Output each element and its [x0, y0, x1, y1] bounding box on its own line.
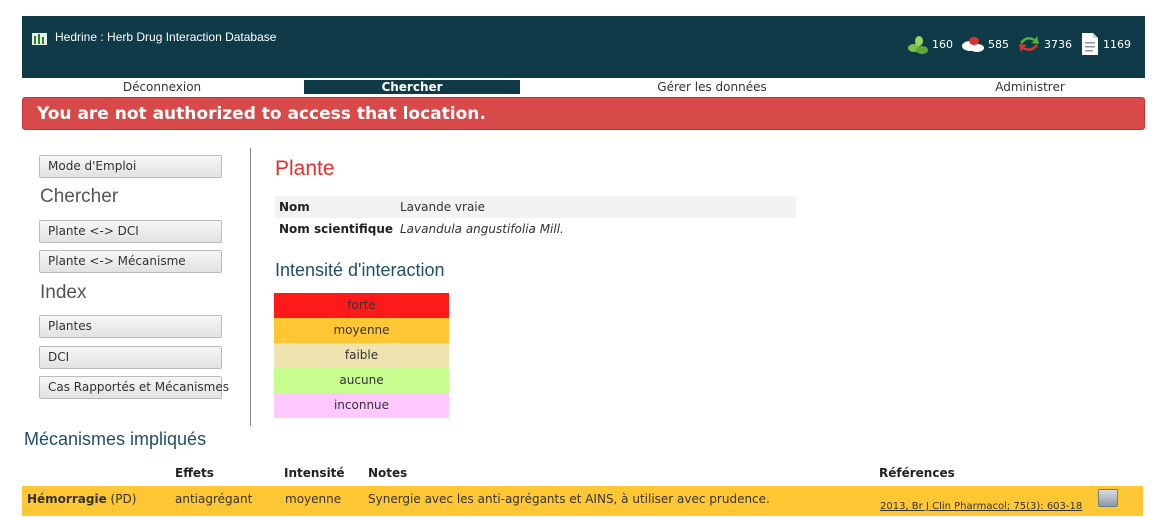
- sidebar-divider: [250, 148, 251, 426]
- cas-rapportes-button[interactable]: Cas Rapportés et Mécanismes: [39, 376, 229, 399]
- main-nav: Déconnexion Chercher Gérer les données A…: [22, 80, 1145, 94]
- nav-gerer-donnees[interactable]: Gérer les données: [562, 80, 862, 94]
- mode-emploi-button[interactable]: Mode d'Emploi: [39, 155, 222, 178]
- legend-faible: faible: [274, 343, 449, 368]
- interaction-arrows-icon: [1019, 36, 1039, 52]
- reference-preview-icon[interactable]: [1098, 489, 1118, 507]
- stat-plants: 160: [907, 32, 953, 56]
- plante-heading: Plante: [275, 157, 335, 180]
- intensity-heading: Intensité d'interaction: [275, 260, 445, 280]
- legend-moyenne: moyenne: [274, 318, 449, 343]
- plant-info-table: Nom Lavande vraie Nom scientifique Lavan…: [275, 196, 796, 240]
- plante-mecanisme-button[interactable]: Plante <-> Mécanisme: [39, 250, 222, 273]
- plante-dci-button[interactable]: Plante <-> DCI: [39, 220, 222, 243]
- table-row: Hémorragie (PD) antiagrégant moyenne Syn…: [22, 486, 1143, 516]
- chercher-heading: Chercher: [40, 186, 119, 207]
- info-row-scientific: Nom scientifique Lavandula angustifolia …: [275, 218, 796, 240]
- intensite-cell: moyenne: [285, 492, 342, 506]
- nom-value: Lavande vraie: [400, 200, 486, 214]
- effet-cell: antiagrégant: [175, 492, 253, 506]
- error-alert: You are not authorized to access that lo…: [22, 97, 1145, 130]
- stat-references: 1169: [1080, 32, 1131, 56]
- pills-icon: [962, 37, 984, 52]
- col-intensite: Intensité: [284, 466, 345, 480]
- intensity-legend: forte moyenne faible aucune inconnue: [274, 293, 449, 418]
- stats-bar: 160 585 3736 1169: [899, 32, 1131, 56]
- legend-forte: forte: [274, 293, 449, 318]
- stat-drugs-value: 585: [988, 37, 1009, 51]
- mechanisms-heading: Mécanismes impliqués: [24, 429, 207, 449]
- leaves-icon: [908, 36, 928, 54]
- plantes-button[interactable]: Plantes: [39, 315, 222, 338]
- stat-interactions: 3736: [1017, 32, 1072, 56]
- nav-deconnexion[interactable]: Déconnexion: [22, 80, 302, 94]
- app-title: Hedrine : Herb Drug Interaction Database: [55, 30, 277, 44]
- stat-plants-value: 160: [932, 37, 953, 51]
- mechanism-type: (PD): [110, 492, 137, 506]
- app-header: Hedrine : Herb Drug Interaction Database…: [22, 16, 1145, 78]
- document-icon: [1082, 33, 1098, 55]
- dci-button[interactable]: DCI: [39, 346, 222, 369]
- stat-drugs: 585: [961, 33, 1009, 55]
- nav-chercher[interactable]: Chercher: [304, 80, 520, 94]
- legend-aucune: aucune: [274, 368, 449, 393]
- col-references: Références: [879, 466, 955, 480]
- notes-cell: Synergie avec les anti-agrégants et AINS…: [368, 492, 770, 506]
- reference-link[interactable]: 2013, Br J Clin Pharmacol; 75(3): 603-18: [880, 501, 1082, 512]
- stat-references-value: 1169: [1103, 37, 1131, 51]
- scientific-name-label: Nom scientifique: [279, 222, 394, 236]
- col-effets: Effets: [175, 466, 214, 480]
- stat-interactions-value: 3736: [1044, 37, 1072, 51]
- legend-inconnue: inconnue: [274, 393, 449, 418]
- nav-administrer[interactable]: Administrer: [915, 80, 1145, 94]
- mechanism-name-cell: Hémorragie (PD): [27, 486, 136, 512]
- scientific-name-value: Lavandula angustifolia Mill.: [400, 222, 564, 236]
- mechanism-name: Hémorragie: [27, 492, 107, 506]
- col-notes: Notes: [368, 466, 408, 480]
- nom-label: Nom: [279, 200, 310, 214]
- logo-icon: [32, 33, 47, 45]
- index-heading: Index: [40, 282, 87, 303]
- info-row-nom: Nom Lavande vraie: [275, 196, 796, 218]
